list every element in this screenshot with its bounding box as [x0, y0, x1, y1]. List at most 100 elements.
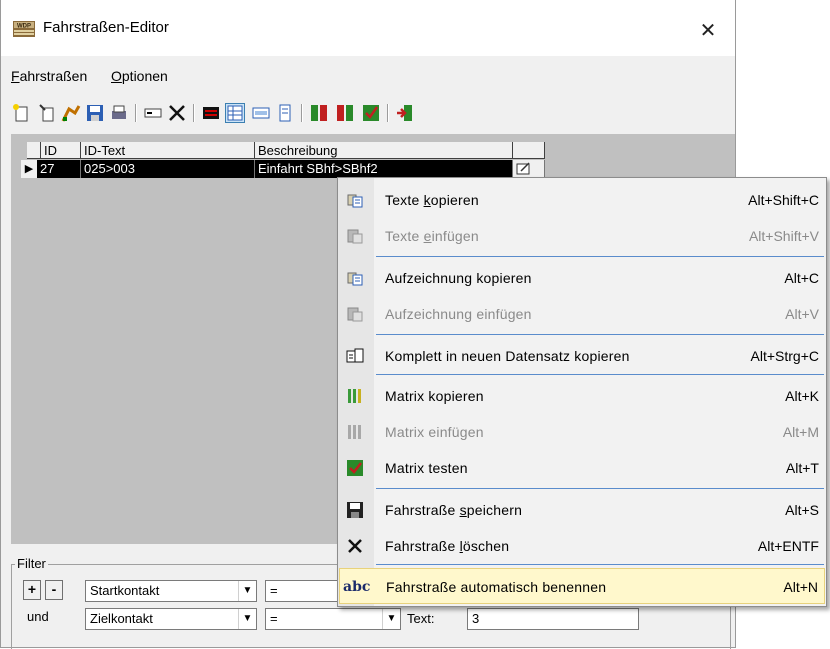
context-menu-separator: [376, 374, 824, 375]
close-icon: ✕: [699, 18, 717, 42]
edit-record-icon: [516, 162, 530, 175]
context-menu-item-shortcut: Alt+M: [782, 424, 819, 440]
context-menu-item-label: Matrix testen: [385, 460, 468, 476]
context-menu-item-shortcut: Alt+V: [785, 306, 819, 322]
filter-und-label: und: [27, 609, 49, 624]
filter-add-button[interactable]: +: [23, 580, 41, 600]
paste-matrix-icon[interactable]: [335, 103, 355, 123]
menu-optionen[interactable]: Optionen: [111, 68, 168, 84]
save-icon[interactable]: [85, 103, 105, 123]
column-header-extra[interactable]: [513, 142, 545, 159]
wand-icon[interactable]: [37, 103, 57, 123]
route-icon[interactable]: [61, 103, 81, 123]
matrix-copy-icon: [345, 387, 365, 405]
matrix-test-icon: [345, 459, 365, 477]
test-matrix-icon[interactable]: [361, 103, 381, 123]
context-menu-item[interactable]: Fahrstraße löschen Alt+ENTF: [339, 528, 825, 564]
context-menu: Texte kopieren Alt+Shift+C Texte einfügen A…: [337, 177, 827, 607]
context-menu-item[interactable]: Aufzeichnung kopieren Alt+C: [339, 260, 825, 296]
copy-icon: [345, 269, 365, 287]
filter-operator-select-2[interactable]: = ▼: [265, 608, 401, 630]
chevron-down-icon: ▼: [238, 581, 256, 601]
close-button[interactable]: ✕: [687, 10, 729, 50]
menu-bar: Fahrstraßen Optionen: [1, 64, 735, 90]
chevron-down-icon: ▼: [382, 609, 400, 629]
context-menu-item-shortcut: Alt+K: [785, 388, 819, 404]
context-menu-item-label: Aufzeichnung kopieren: [385, 270, 532, 286]
column-header-beschreibung[interactable]: Beschreibung: [255, 142, 513, 159]
context-menu-item-label: Texte kopieren: [385, 192, 479, 208]
toolbar-separator: [387, 104, 389, 122]
exit-icon[interactable]: [395, 103, 415, 123]
table-view-icon[interactable]: [225, 103, 245, 123]
context-menu-item-shortcut: Alt+S: [785, 502, 819, 518]
context-menu-item[interactable]: Texte einfügen Alt+Shift+V: [339, 218, 825, 254]
context-menu-separator: [376, 564, 824, 565]
context-menu-item-shortcut: Alt+ENTF: [757, 538, 819, 554]
context-menu-item-label: Texte einfügen: [385, 228, 479, 244]
cell-edit[interactable]: [513, 160, 545, 178]
context-menu-item[interactable]: Matrix einfügen Alt+M: [339, 414, 825, 450]
toolbar: [1, 97, 735, 129]
detail-view-icon[interactable]: [275, 103, 295, 123]
cell-beschreibung[interactable]: Einfahrt SBhf>SBhf2: [255, 160, 513, 178]
context-menu-item[interactable]: Aufzeichnung einfügen Alt+V: [339, 296, 825, 332]
context-menu-item-shortcut: Alt+Strg+C: [750, 348, 819, 364]
wdp-app-icon: WDP: [13, 21, 35, 37]
save-icon: [345, 501, 365, 519]
window-title: Fahrstraßen-Editor: [43, 19, 169, 36]
toolbar-separator: [135, 104, 137, 122]
filter-text-label: Text:: [407, 611, 435, 626]
filter-field-select-2[interactable]: Zielkontakt ▼: [85, 608, 257, 630]
copy-icon: [345, 191, 365, 209]
matrix-icon[interactable]: [201, 103, 221, 123]
copy-matrix-icon[interactable]: [309, 103, 329, 123]
context-menu-separator: [376, 334, 824, 335]
context-menu-item-label: Matrix kopieren: [385, 388, 484, 404]
filter-remove-button[interactable]: -: [45, 580, 63, 600]
abc-icon: abc: [343, 579, 371, 595]
filter-operator-select-1[interactable]: =: [265, 580, 339, 602]
context-menu-item[interactable]: Fahrstraße speichern Alt+S: [339, 492, 825, 528]
context-menu-item-label: Fahrstraße speichern: [385, 502, 523, 518]
form-view-icon[interactable]: [251, 103, 271, 123]
delete-icon: [345, 537, 365, 555]
context-menu-item-shortcut: Alt+T: [785, 460, 819, 476]
column-header-id[interactable]: ID: [41, 142, 81, 159]
context-menu-item-label: Komplett in neuen Datensatz kopieren: [385, 348, 630, 364]
paste-icon: [345, 305, 365, 323]
context-menu-item-label: Aufzeichnung einfügen: [385, 306, 532, 322]
filter-field-select-1[interactable]: Startkontakt ▼: [85, 580, 257, 602]
grid-corner-header: [27, 142, 41, 159]
context-menu-item-shortcut: Alt+N: [783, 579, 818, 595]
context-menu-item[interactable]: Matrix testen Alt+T: [339, 450, 825, 486]
chevron-down-icon: ▼: [238, 609, 256, 629]
title-bar: WDP Fahrstraßen-Editor ✕: [1, 0, 735, 56]
rename-icon[interactable]: [143, 103, 163, 123]
paste-icon: [345, 227, 365, 245]
context-menu-item-label: Fahrstraße automatisch benennen: [386, 579, 607, 595]
context-menu-item-shortcut: Alt+C: [784, 270, 819, 286]
filter-legend: Filter: [15, 556, 48, 571]
context-menu-item-label: Matrix einfügen: [385, 424, 484, 440]
context-menu-item[interactable]: abc Fahrstraße automatisch benennen Alt+N: [339, 568, 825, 604]
copy-record-icon: [345, 347, 365, 365]
matrix-paste-icon: [345, 423, 365, 441]
print-icon[interactable]: [109, 103, 129, 123]
column-header-id-text[interactable]: ID-Text: [81, 142, 255, 159]
filter-text-input[interactable]: 3: [467, 608, 639, 630]
context-menu-item-label: Fahrstraße löschen: [385, 538, 510, 554]
context-menu-item[interactable]: Komplett in neuen Datensatz kopieren Alt+…: [339, 338, 825, 374]
toolbar-separator: [301, 104, 303, 122]
menu-fahrstrassen[interactable]: Fahrstraßen: [11, 68, 87, 84]
cell-id-text[interactable]: 025>003: [81, 160, 255, 178]
cell-id[interactable]: 27: [37, 160, 81, 178]
context-menu-item[interactable]: Matrix kopieren Alt+K: [339, 378, 825, 414]
context-menu-item[interactable]: Texte kopieren Alt+Shift+C: [339, 182, 825, 218]
delete-icon[interactable]: [167, 103, 187, 123]
svg-text:WDP: WDP: [17, 24, 31, 30]
new-icon[interactable]: [11, 103, 31, 123]
context-menu-separator: [376, 488, 824, 489]
context-menu-item-shortcut: Alt+Shift+V: [748, 228, 819, 244]
row-selector[interactable]: ▶: [21, 160, 38, 178]
